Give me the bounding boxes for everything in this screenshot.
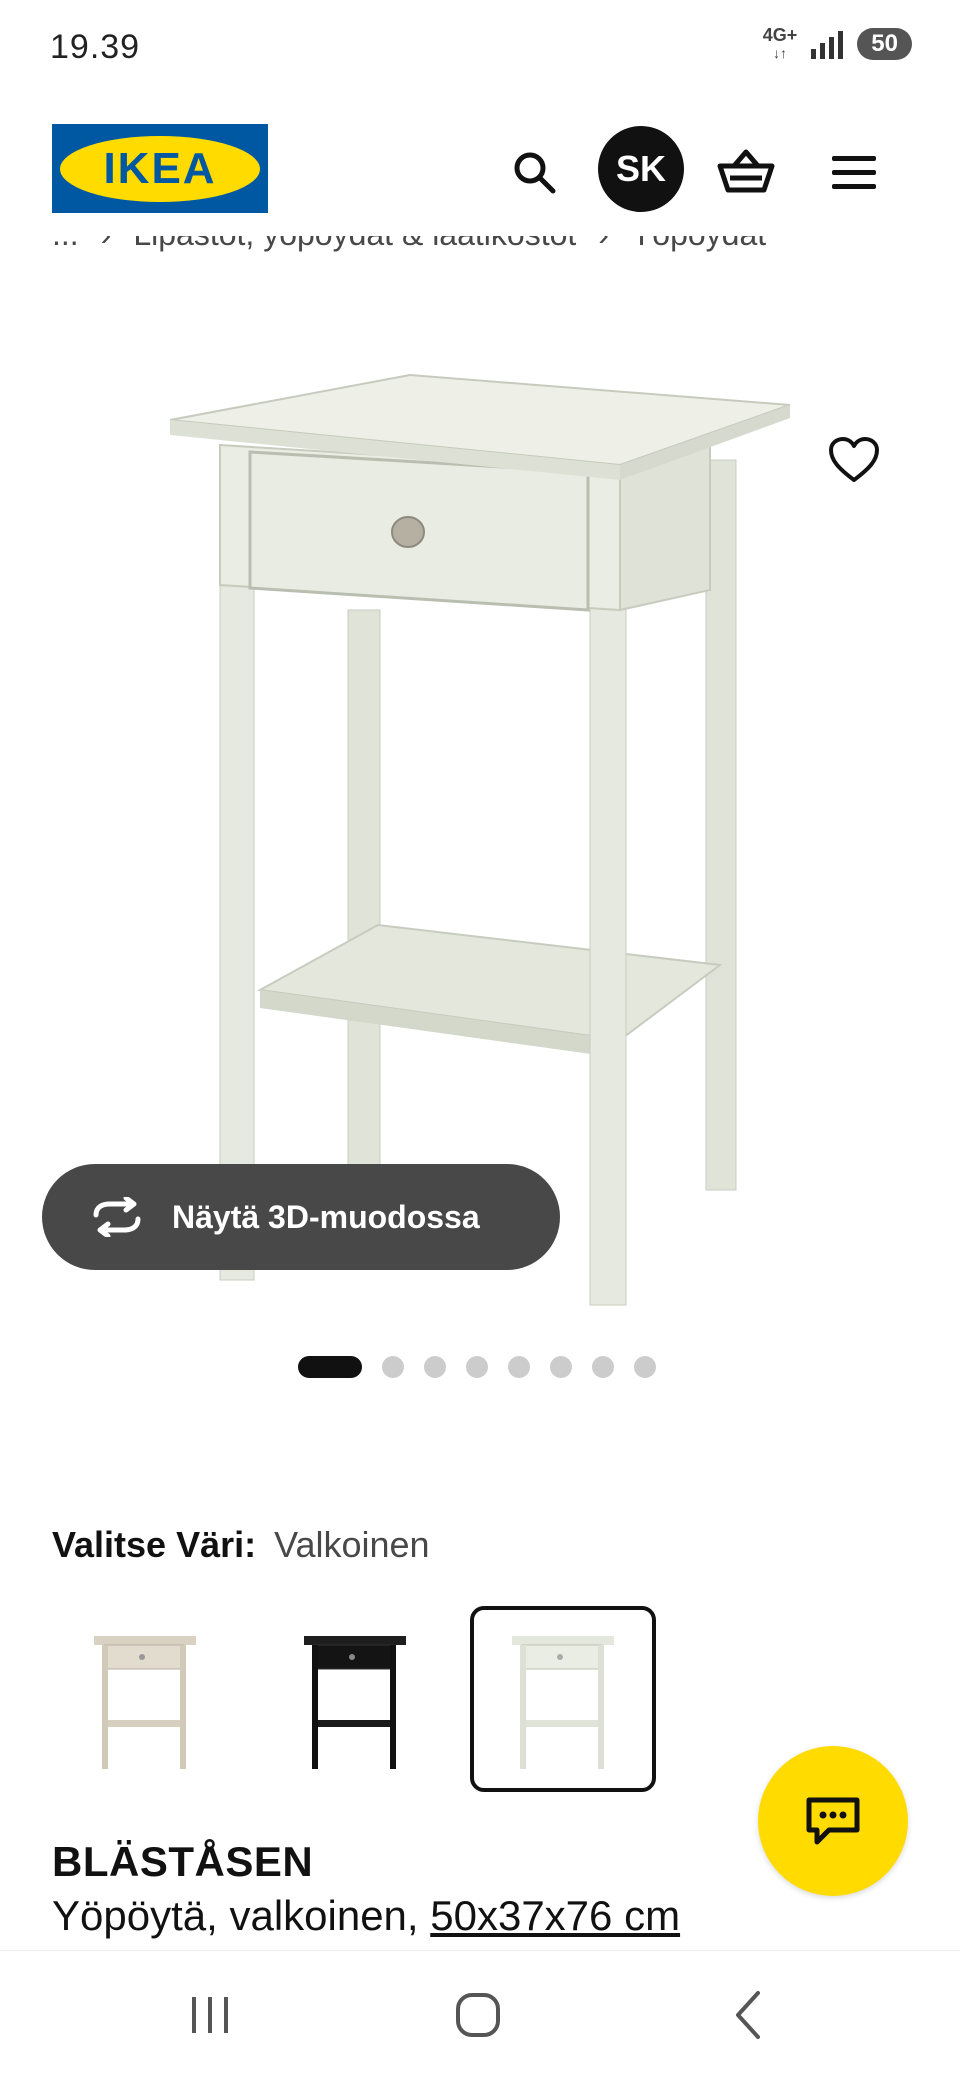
carousel-dot[interactable]: [424, 1356, 446, 1378]
carousel-dot[interactable]: [508, 1356, 530, 1378]
home-icon[interactable]: [438, 1980, 518, 2050]
carousel-dot[interactable]: [382, 1356, 404, 1378]
battery-icon: 50: [857, 28, 912, 60]
color-swatch-beige[interactable]: [52, 1606, 238, 1792]
status-time: 19.39: [50, 28, 141, 66]
basket-icon[interactable]: [704, 130, 788, 214]
menu-icon[interactable]: [812, 130, 896, 214]
back-icon[interactable]: [708, 1980, 788, 2050]
network-indicator: 4G+ ↓↑: [762, 25, 798, 61]
chevron-right-icon: ›: [101, 236, 112, 252]
heart-icon[interactable]: [818, 424, 890, 496]
color-select-label: Valitse Väri: Valkoinen: [52, 1524, 430, 1566]
signal-icon: [811, 29, 844, 59]
breadcrumb-item-category[interactable]: Lipastot, yöpöydät & laatikostot: [133, 236, 576, 252]
account-avatar[interactable]: SK: [598, 126, 684, 212]
color-swatch-black[interactable]: [262, 1606, 448, 1792]
carousel-dot[interactable]: [550, 1356, 572, 1378]
product-name: BLÄSTÅSEN: [52, 1838, 314, 1885]
search-icon[interactable]: [492, 130, 576, 214]
view-3d-button[interactable]: Näytä 3D-muodossa: [42, 1164, 560, 1270]
product-type: Yöpöytä, valkoinen,: [52, 1892, 419, 1939]
color-swatch-white[interactable]: [470, 1606, 656, 1792]
view-3d-label: Näytä 3D-muodossa: [172, 1198, 480, 1235]
carousel-dot[interactable]: [298, 1356, 362, 1378]
breadcrumb: ... › Lipastot, yöpöydät & laatikostot › Yöp…: [52, 236, 766, 276]
breadcrumb-item-subcategory[interactable]: Yöpöydät: [631, 236, 766, 252]
color-selected-value: Valkoinen: [274, 1524, 430, 1565]
carousel-dot[interactable]: [466, 1356, 488, 1378]
chat-button[interactable]: [758, 1746, 908, 1896]
carousel-dot[interactable]: [592, 1356, 614, 1378]
logo-text: IKEA: [103, 143, 217, 193]
recent-apps-icon[interactable]: [170, 1980, 250, 2050]
product-dimensions-link[interactable]: 50x37x76 cm: [430, 1892, 680, 1939]
carousel-dot[interactable]: [634, 1356, 656, 1378]
network-type: 4G+: [762, 25, 798, 45]
color-label-text: Valitse Väri:: [52, 1524, 257, 1565]
chevron-right-icon: ›: [598, 236, 609, 252]
status-indicators: 4G+ ↓↑ 50: [763, 26, 912, 62]
chat-icon: [806, 1797, 860, 1845]
product-description: Yöpöytä, valkoinen, 50x37x76 cm: [52, 1892, 680, 1940]
breadcrumb-ellipsis[interactable]: ...: [52, 236, 79, 252]
rotate-icon: [88, 1197, 146, 1237]
carousel-indicator[interactable]: [298, 1356, 656, 1378]
ikea-logo[interactable]: IKEA: [52, 124, 268, 213]
